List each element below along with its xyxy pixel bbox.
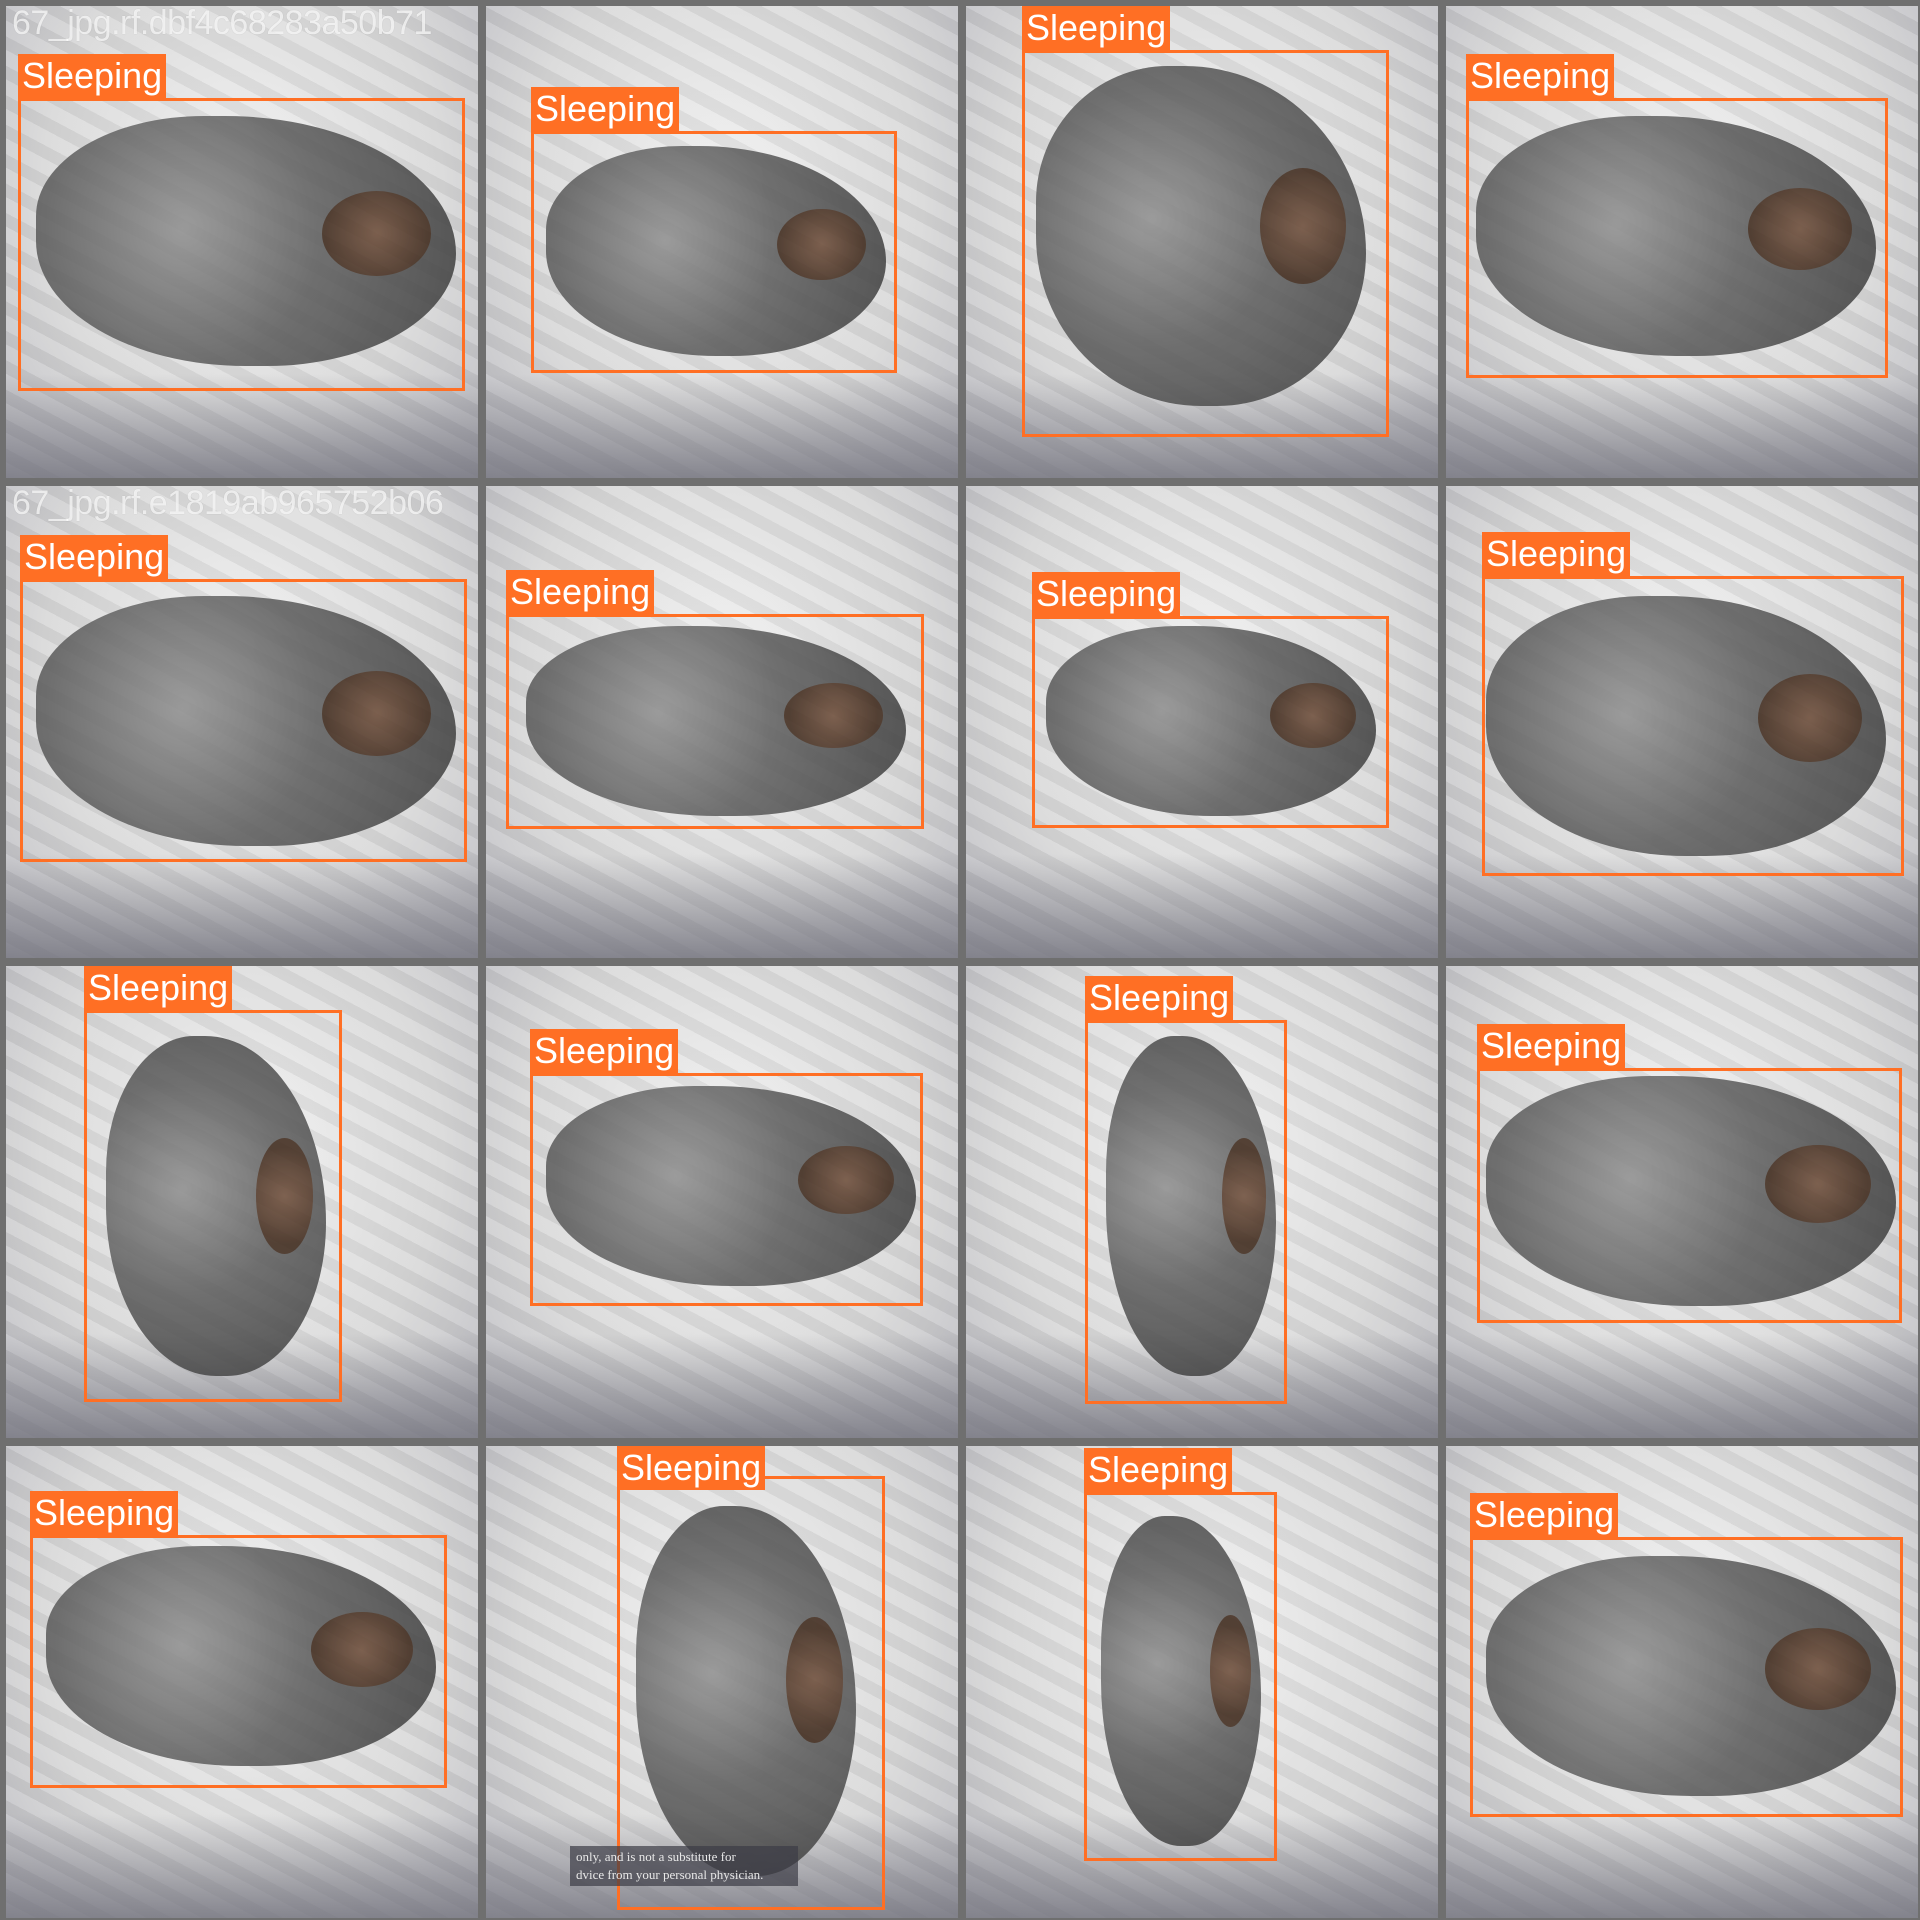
detection-box (1084, 1492, 1277, 1861)
detection-box (18, 98, 465, 391)
image-tile: Sleeping (1446, 966, 1918, 1438)
detection-label: Sleeping (1477, 1024, 1626, 1068)
photo-floor-shade (1446, 1334, 1918, 1438)
tile-filename: 67_jpg.rf.e1819ab965752b06 (12, 486, 444, 522)
photo-floor-shade (486, 1334, 958, 1438)
detection-label: Sleeping (1084, 1448, 1233, 1492)
image-tile: Sleeping (966, 966, 1438, 1438)
image-tile: 67_jpg.rf.e1819ab965752b06 Sleeping (6, 486, 478, 958)
image-tile: Sleeping (486, 486, 958, 958)
image-tile: Sleeping (1446, 6, 1918, 478)
detection-box (617, 1476, 885, 1910)
image-tile: Sleeping (966, 1446, 1438, 1918)
detection-box (506, 614, 924, 829)
detection-label: Sleeping (1085, 976, 1234, 1020)
image-tile: Sleeping (486, 966, 958, 1438)
detection-label: Sleeping (506, 570, 655, 614)
image-mosaic: 67_jpg.rf.dbf4c68283a50b71 Sleeping Sleepi… (0, 0, 1920, 1920)
detection-box (1085, 1020, 1287, 1404)
photo-floor-shade (1446, 1814, 1918, 1918)
detection-box (30, 1535, 447, 1788)
detection-label: Sleeping (1466, 54, 1615, 98)
detection-box (20, 579, 467, 862)
detection-box (531, 131, 897, 373)
photo-floor-shade (486, 854, 958, 958)
image-tile: 67_jpg.rf.dbf4c68283a50b71 Sleeping (6, 6, 478, 478)
detection-label: Sleeping (84, 966, 233, 1010)
image-tile: Sleeping (966, 486, 1438, 958)
detection-label: Sleeping (30, 1491, 179, 1535)
detection-label: Sleeping (20, 535, 169, 579)
detection-label: Sleeping (617, 1446, 766, 1490)
detection-label: Sleeping (1470, 1493, 1619, 1537)
photo-floor-shade (6, 1814, 478, 1918)
detection-box (1477, 1068, 1902, 1323)
image-tile: Sleeping only, and is not a substitute fo… (486, 1446, 958, 1918)
image-tile: Sleeping (486, 6, 958, 478)
watermark-line: dvice from your personal physician. (576, 1867, 764, 1882)
detection-label: Sleeping (1022, 6, 1171, 50)
watermark-line: only, and is not a substitute for (576, 1849, 736, 1864)
tile-filename: 67_jpg.rf.dbf4c68283a50b71 (12, 6, 432, 42)
detection-label: Sleeping (531, 87, 680, 131)
watermark-caption: only, and is not a substitute for dvice f… (570, 1846, 798, 1886)
image-tile: Sleeping (6, 1446, 478, 1918)
detection-box (1470, 1537, 1903, 1817)
detection-label: Sleeping (1482, 532, 1631, 576)
photo-floor-shade (486, 374, 958, 478)
detection-box (1032, 616, 1389, 828)
image-tile: Sleeping (6, 966, 478, 1438)
detection-label: Sleeping (1032, 572, 1181, 616)
detection-box (1466, 98, 1888, 378)
image-tile: Sleeping (1446, 1446, 1918, 1918)
detection-label: Sleeping (18, 54, 167, 98)
photo-floor-shade (966, 854, 1438, 958)
photo-floor-shade (6, 854, 478, 958)
image-tile: Sleeping (1446, 486, 1918, 958)
image-tile: Sleeping (966, 6, 1438, 478)
detection-label: Sleeping (530, 1029, 679, 1073)
detection-box (530, 1073, 923, 1306)
photo-floor-shade (1446, 374, 1918, 478)
detection-box (84, 1010, 342, 1402)
detection-box (1022, 50, 1389, 437)
detection-box (1482, 576, 1904, 876)
